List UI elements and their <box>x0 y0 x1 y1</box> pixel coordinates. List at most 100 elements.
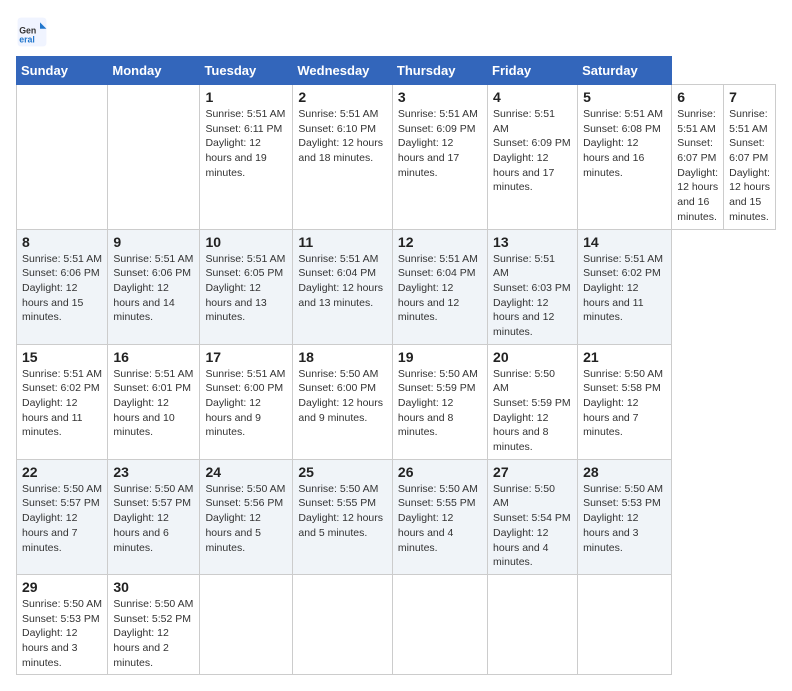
day-18: 18 Sunrise: 5:50 AM Sunset: 6:00 PM Dayl… <box>293 344 393 459</box>
day-info: Sunrise: 5:50 AM Sunset: 5:59 PM Dayligh… <box>398 367 482 440</box>
day-number: 15 <box>22 349 102 365</box>
day-info: Sunrise: 5:50 AM Sunset: 5:57 PM Dayligh… <box>22 482 102 555</box>
day-25: 25 Sunrise: 5:50 AM Sunset: 5:55 PM Dayl… <box>293 459 393 574</box>
empty-day <box>392 574 487 674</box>
day-number: 4 <box>493 89 572 105</box>
day-30: 30 Sunrise: 5:50 AM Sunset: 5:52 PM Dayl… <box>108 574 200 674</box>
day-15: 15 Sunrise: 5:51 AM Sunset: 6:02 PM Dayl… <box>17 344 108 459</box>
day-24: 24 Sunrise: 5:50 AM Sunset: 5:56 PM Dayl… <box>200 459 293 574</box>
logo-icon: Gen eral <box>16 16 48 48</box>
day-12: 12 Sunrise: 5:51 AM Sunset: 6:04 PM Dayl… <box>392 229 487 344</box>
day-14: 14 Sunrise: 5:51 AM Sunset: 6:02 PM Dayl… <box>578 229 672 344</box>
day-23: 23 Sunrise: 5:50 AM Sunset: 5:57 PM Dayl… <box>108 459 200 574</box>
empty-day <box>488 574 578 674</box>
day-number: 26 <box>398 464 482 480</box>
day-info: Sunrise: 5:50 AM Sunset: 5:55 PM Dayligh… <box>298 482 387 541</box>
day-1: 1 Sunrise: 5:51 AM Sunset: 6:11 PM Dayli… <box>200 85 293 230</box>
empty-day <box>578 574 672 674</box>
day-11: 11 Sunrise: 5:51 AM Sunset: 6:04 PM Dayl… <box>293 229 393 344</box>
calendar-table: SundayMondayTuesdayWednesdayThursdayFrid… <box>16 56 776 675</box>
day-info: Sunrise: 5:51 AM Sunset: 6:00 PM Dayligh… <box>205 367 287 440</box>
day-21: 21 Sunrise: 5:50 AM Sunset: 5:58 PM Dayl… <box>578 344 672 459</box>
logo: Gen eral <box>16 16 52 48</box>
day-number: 16 <box>113 349 194 365</box>
day-info: Sunrise: 5:50 AM Sunset: 5:52 PM Dayligh… <box>113 597 194 670</box>
day-info: Sunrise: 5:51 AM Sunset: 6:11 PM Dayligh… <box>205 107 287 180</box>
day-number: 10 <box>205 234 287 250</box>
day-number: 25 <box>298 464 387 480</box>
day-info: Sunrise: 5:51 AM Sunset: 6:04 PM Dayligh… <box>398 252 482 325</box>
day-number: 19 <box>398 349 482 365</box>
day-7: 7 Sunrise: 5:51 AM Sunset: 6:07 PM Dayli… <box>724 85 776 230</box>
empty-day <box>200 574 293 674</box>
day-info: Sunrise: 5:50 AM Sunset: 5:55 PM Dayligh… <box>398 482 482 555</box>
day-19: 19 Sunrise: 5:50 AM Sunset: 5:59 PM Dayl… <box>392 344 487 459</box>
day-info: Sunrise: 5:51 AM Sunset: 6:08 PM Dayligh… <box>583 107 666 180</box>
day-number: 12 <box>398 234 482 250</box>
day-20: 20 Sunrise: 5:50 AM Sunset: 5:59 PM Dayl… <box>488 344 578 459</box>
day-28: 28 Sunrise: 5:50 AM Sunset: 5:53 PM Dayl… <box>578 459 672 574</box>
day-number: 18 <box>298 349 387 365</box>
day-3: 3 Sunrise: 5:51 AM Sunset: 6:09 PM Dayli… <box>392 85 487 230</box>
day-29: 29 Sunrise: 5:50 AM Sunset: 5:53 PM Dayl… <box>17 574 108 674</box>
weekday-sunday: Sunday <box>17 57 108 85</box>
empty-day <box>293 574 393 674</box>
day-info: Sunrise: 5:51 AM Sunset: 6:07 PM Dayligh… <box>677 107 718 225</box>
day-info: Sunrise: 5:50 AM Sunset: 5:58 PM Dayligh… <box>583 367 666 440</box>
day-number: 30 <box>113 579 194 595</box>
day-info: Sunrise: 5:51 AM Sunset: 6:04 PM Dayligh… <box>298 252 387 311</box>
day-26: 26 Sunrise: 5:50 AM Sunset: 5:55 PM Dayl… <box>392 459 487 574</box>
day-17: 17 Sunrise: 5:51 AM Sunset: 6:00 PM Dayl… <box>200 344 293 459</box>
weekday-thursday: Thursday <box>392 57 487 85</box>
day-number: 7 <box>729 89 770 105</box>
day-number: 9 <box>113 234 194 250</box>
day-info: Sunrise: 5:51 AM Sunset: 6:09 PM Dayligh… <box>398 107 482 180</box>
day-13: 13 Sunrise: 5:51 AM Sunset: 6:03 PM Dayl… <box>488 229 578 344</box>
svg-text:eral: eral <box>19 34 35 44</box>
day-info: Sunrise: 5:51 AM Sunset: 6:02 PM Dayligh… <box>583 252 666 325</box>
day-2: 2 Sunrise: 5:51 AM Sunset: 6:10 PM Dayli… <box>293 85 393 230</box>
day-number: 29 <box>22 579 102 595</box>
day-info: Sunrise: 5:51 AM Sunset: 6:02 PM Dayligh… <box>22 367 102 440</box>
day-number: 27 <box>493 464 572 480</box>
day-number: 28 <box>583 464 666 480</box>
day-number: 2 <box>298 89 387 105</box>
day-number: 14 <box>583 234 666 250</box>
calendar-week-3: 15 Sunrise: 5:51 AM Sunset: 6:02 PM Dayl… <box>17 344 776 459</box>
day-info: Sunrise: 5:50 AM Sunset: 5:53 PM Dayligh… <box>22 597 102 670</box>
weekday-tuesday: Tuesday <box>200 57 293 85</box>
day-info: Sunrise: 5:50 AM Sunset: 5:56 PM Dayligh… <box>205 482 287 555</box>
day-info: Sunrise: 5:51 AM Sunset: 6:05 PM Dayligh… <box>205 252 287 325</box>
day-number: 11 <box>298 234 387 250</box>
day-22: 22 Sunrise: 5:50 AM Sunset: 5:57 PM Dayl… <box>17 459 108 574</box>
empty-day <box>108 85 200 230</box>
day-27: 27 Sunrise: 5:50 AM Sunset: 5:54 PM Dayl… <box>488 459 578 574</box>
day-number: 8 <box>22 234 102 250</box>
weekday-wednesday: Wednesday <box>293 57 393 85</box>
calendar-week-1: 1 Sunrise: 5:51 AM Sunset: 6:11 PM Dayli… <box>17 85 776 230</box>
day-5: 5 Sunrise: 5:51 AM Sunset: 6:08 PM Dayli… <box>578 85 672 230</box>
day-info: Sunrise: 5:50 AM Sunset: 5:54 PM Dayligh… <box>493 482 572 570</box>
day-number: 24 <box>205 464 287 480</box>
weekday-header-row: SundayMondayTuesdayWednesdayThursdayFrid… <box>17 57 776 85</box>
day-16: 16 Sunrise: 5:51 AM Sunset: 6:01 PM Dayl… <box>108 344 200 459</box>
day-number: 20 <box>493 349 572 365</box>
day-info: Sunrise: 5:51 AM Sunset: 6:01 PM Dayligh… <box>113 367 194 440</box>
calendar-week-2: 8 Sunrise: 5:51 AM Sunset: 6:06 PM Dayli… <box>17 229 776 344</box>
day-8: 8 Sunrise: 5:51 AM Sunset: 6:06 PM Dayli… <box>17 229 108 344</box>
day-6: 6 Sunrise: 5:51 AM Sunset: 6:07 PM Dayli… <box>672 85 724 230</box>
day-number: 6 <box>677 89 718 105</box>
day-number: 23 <box>113 464 194 480</box>
day-number: 1 <box>205 89 287 105</box>
weekday-monday: Monday <box>108 57 200 85</box>
day-info: Sunrise: 5:51 AM Sunset: 6:06 PM Dayligh… <box>22 252 102 325</box>
calendar-week-5: 29 Sunrise: 5:50 AM Sunset: 5:53 PM Dayl… <box>17 574 776 674</box>
day-number: 13 <box>493 234 572 250</box>
weekday-saturday: Saturday <box>578 57 672 85</box>
day-number: 3 <box>398 89 482 105</box>
day-info: Sunrise: 5:50 AM Sunset: 5:53 PM Dayligh… <box>583 482 666 555</box>
day-info: Sunrise: 5:51 AM Sunset: 6:07 PM Dayligh… <box>729 107 770 225</box>
day-info: Sunrise: 5:50 AM Sunset: 5:59 PM Dayligh… <box>493 367 572 455</box>
day-info: Sunrise: 5:51 AM Sunset: 6:06 PM Dayligh… <box>113 252 194 325</box>
day-info: Sunrise: 5:51 AM Sunset: 6:03 PM Dayligh… <box>493 252 572 340</box>
